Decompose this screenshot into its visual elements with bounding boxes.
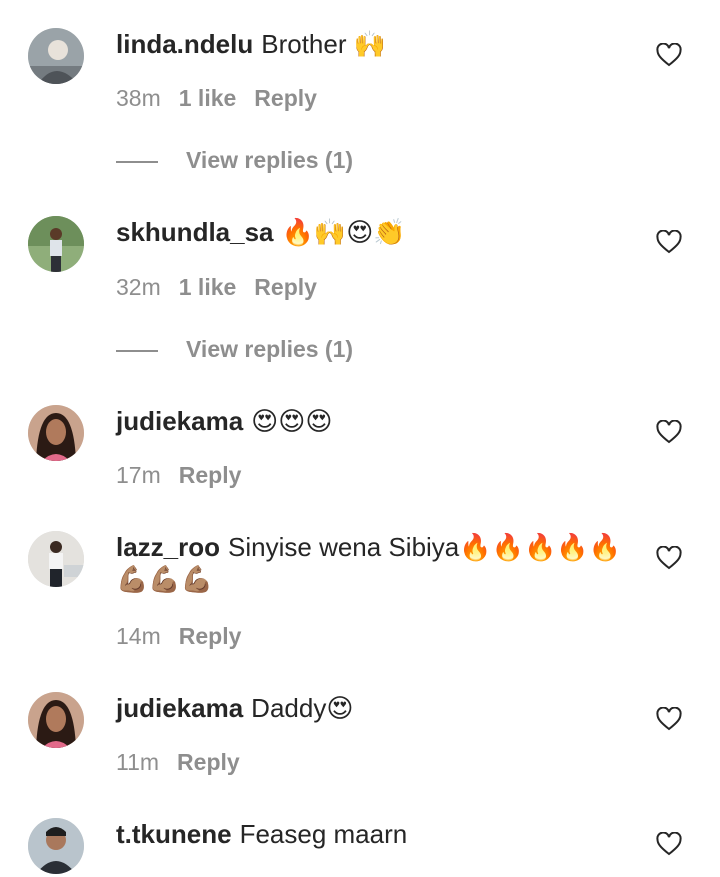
reply-button[interactable]: Reply bbox=[179, 623, 242, 649]
view-replies-label: View replies (1) bbox=[186, 147, 354, 173]
comment-text: Daddy😍 bbox=[251, 693, 354, 723]
replies-divider bbox=[116, 160, 158, 163]
heart-outline-icon[interactable] bbox=[656, 230, 682, 254]
username-link[interactable]: judiekama bbox=[116, 693, 243, 723]
likes-count[interactable]: 1 like bbox=[179, 274, 237, 300]
likes-count[interactable]: 1 like bbox=[179, 85, 237, 111]
avatar[interactable] bbox=[28, 28, 84, 84]
username-link[interactable]: skhundla_sa bbox=[116, 217, 274, 247]
view-replies-button[interactable]: View replies (1) bbox=[116, 335, 353, 363]
comment-text-line: judiekama Daddy😍 bbox=[116, 692, 630, 724]
timestamp: 32m bbox=[116, 274, 161, 300]
timestamp: 11m bbox=[116, 749, 160, 775]
comment-text: Feaseg maarn bbox=[239, 819, 408, 849]
reply-button[interactable]: Reply bbox=[254, 85, 317, 111]
comment-meta: 11m Reply bbox=[116, 748, 258, 776]
username-link[interactable]: linda.ndelu bbox=[116, 29, 253, 59]
comment-text: 🔥🙌😍👏 bbox=[281, 217, 406, 247]
avatar[interactable] bbox=[28, 818, 84, 874]
replies-divider bbox=[116, 349, 158, 352]
heart-outline-icon[interactable] bbox=[656, 546, 682, 570]
reply-button[interactable]: Reply bbox=[179, 462, 242, 488]
comment-text: 😍😍😍 bbox=[251, 406, 333, 436]
comment-text-line: linda.ndelu Brother 🙌 bbox=[116, 28, 630, 60]
avatar[interactable] bbox=[28, 216, 84, 272]
avatar[interactable] bbox=[28, 405, 84, 461]
timestamp: 38m bbox=[116, 85, 161, 111]
heart-outline-icon[interactable] bbox=[656, 43, 682, 67]
comment-text-line: judiekama 😍😍😍 bbox=[116, 405, 630, 437]
heart-outline-icon[interactable] bbox=[656, 832, 682, 856]
heart-outline-icon[interactable] bbox=[656, 707, 682, 731]
comment-meta: 17m Reply bbox=[116, 461, 259, 489]
comment-meta: 32m 1 like Reply bbox=[116, 273, 335, 301]
comment-text: Brother 🙌 bbox=[261, 29, 387, 59]
avatar[interactable] bbox=[28, 692, 84, 748]
timestamp: 14m bbox=[116, 623, 161, 649]
view-replies-button[interactable]: View replies (1) bbox=[116, 146, 353, 174]
comment-meta: 38m 1 like Reply bbox=[116, 84, 335, 112]
comment-text-line: t.tkunene Feaseg maarn bbox=[116, 818, 630, 850]
avatar[interactable] bbox=[28, 531, 84, 587]
reply-button[interactable]: Reply bbox=[177, 749, 240, 775]
view-replies-label: View replies (1) bbox=[186, 336, 354, 362]
username-link[interactable]: lazz_roo bbox=[116, 532, 220, 562]
comment-meta: 14m Reply bbox=[116, 622, 259, 650]
reply-button[interactable]: Reply bbox=[254, 274, 317, 300]
comment-text-line: skhundla_sa 🔥🙌😍👏 bbox=[116, 216, 630, 248]
heart-outline-icon[interactable] bbox=[656, 420, 682, 444]
timestamp: 17m bbox=[116, 462, 161, 488]
comment-text-line: lazz_roo Sinyise wena Sibiya🔥🔥🔥🔥🔥 💪🏽💪🏽💪🏽 bbox=[116, 531, 630, 595]
username-link[interactable]: t.tkunene bbox=[116, 819, 232, 849]
username-link[interactable]: judiekama bbox=[116, 406, 243, 436]
